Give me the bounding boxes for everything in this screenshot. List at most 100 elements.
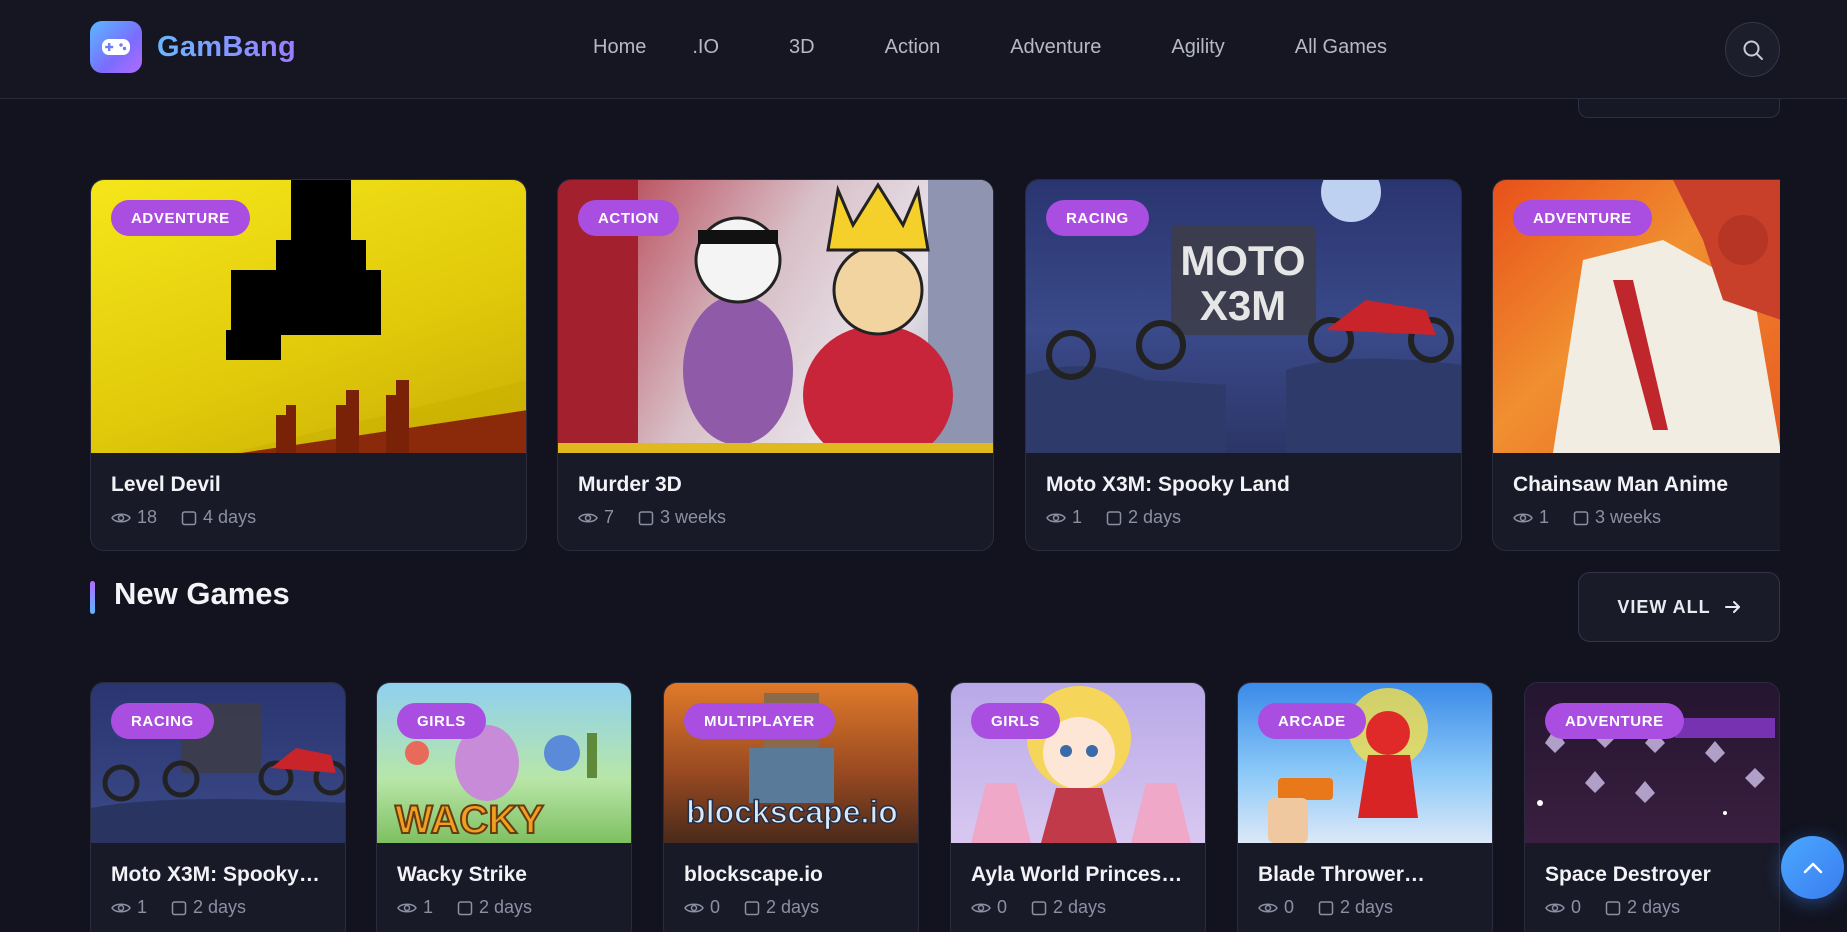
category-badge[interactable]: ADVENTURE — [1545, 703, 1684, 739]
game-card[interactable]: MOTO X3M RACING Moto X3M: Spooky Land 1 … — [1025, 179, 1462, 551]
game-title[interactable]: Moto X3M: Spooky… — [111, 863, 331, 887]
game-meta: 1 2 days — [397, 897, 532, 918]
eye-icon — [971, 903, 991, 912]
eye-icon — [684, 903, 704, 912]
game-card[interactable]: ACTION Murder 3D 7 3 weeks — [557, 179, 994, 551]
category-badge[interactable]: RACING — [111, 703, 214, 739]
view-count: 18 — [137, 507, 158, 527]
logo[interactable]: GamBang — [90, 21, 296, 73]
game-meta: 18 4 days — [111, 507, 256, 528]
date-posted: 2 days — [1053, 897, 1107, 917]
eye-icon — [1545, 903, 1565, 912]
date-posted: 2 days — [1340, 897, 1394, 917]
date-posted: 2 days — [479, 897, 533, 917]
view-count: 1 — [423, 897, 434, 917]
nav-home[interactable]: Home — [593, 36, 646, 59]
game-title[interactable]: Moto X3M: Spooky Land — [1046, 473, 1446, 497]
date-posted: 2 days — [1627, 897, 1681, 917]
calendar-icon — [1318, 900, 1334, 915]
view-all-label: VIEW ALL — [1617, 596, 1711, 617]
calendar-icon — [1031, 900, 1047, 915]
gamepad-icon — [90, 21, 142, 73]
game-card[interactable]: ADVENTURE Level Devil 18 4 days — [90, 179, 527, 551]
search-button[interactable] — [1725, 22, 1780, 77]
nav-action[interactable]: Action — [885, 36, 941, 59]
blockscape-logo-text: blockscape.io — [686, 794, 898, 830]
game-meta: 0 2 days — [684, 897, 819, 918]
calendar-icon — [181, 510, 197, 525]
calendar-icon — [1605, 900, 1621, 915]
game-card[interactable]: ARCADE Blade Thrower… 0 2 days — [1237, 682, 1493, 932]
category-badge[interactable]: ACTION — [578, 200, 680, 236]
game-meta: 1 3 weeks — [1513, 507, 1661, 528]
game-card[interactable]: blockscape.io MULTIPLAYER blockscape.io … — [663, 682, 919, 932]
eye-icon — [1258, 903, 1278, 912]
wacky-logo-text: WACKY — [395, 798, 544, 842]
category-badge[interactable]: ADVENTURE — [1513, 200, 1652, 236]
arrow-right-icon — [1724, 601, 1740, 613]
calendar-icon — [638, 510, 654, 525]
view-count: 0 — [710, 897, 721, 917]
game-card[interactable]: ADVENTURE Space Destroyer 0 2 days — [1524, 682, 1780, 932]
date-posted: 2 days — [1128, 507, 1182, 527]
game-title[interactable]: Chainsaw Man Anime — [1513, 473, 1780, 497]
nav-adventure[interactable]: Adventure — [1010, 36, 1101, 59]
calendar-icon — [744, 900, 760, 915]
site-header: GamBang Home .IO 3D Action Adventure Agi… — [0, 0, 1847, 99]
game-card[interactable]: WACKY GIRLS Wacky Strike 1 2 days — [376, 682, 632, 932]
game-card[interactable]: GIRLS Ayla World Princess… 0 2 days — [950, 682, 1206, 932]
view-count: 1 — [137, 897, 148, 917]
game-card[interactable]: ADVENTURE Chainsaw Man Anime 1 3 weeks — [1492, 179, 1780, 551]
nav-all-games[interactable]: All Games — [1295, 36, 1387, 59]
date-posted: 2 days — [193, 897, 247, 917]
category-badge[interactable]: RACING — [1046, 200, 1149, 236]
nav-3d[interactable]: 3D — [789, 36, 815, 59]
calendar-icon — [1573, 510, 1589, 525]
view-count: 0 — [1284, 897, 1295, 917]
brand-name: GamBang — [157, 30, 297, 63]
date-posted: 3 weeks — [660, 507, 727, 527]
eye-icon — [397, 903, 417, 912]
eye-icon — [111, 903, 131, 912]
calendar-icon — [171, 900, 187, 915]
game-title[interactable]: Wacky Strike — [397, 863, 617, 887]
view-all-button[interactable]: VIEW ALL — [1578, 572, 1780, 642]
game-title[interactable]: Ayla World Princess… — [971, 863, 1191, 887]
calendar-icon — [457, 900, 473, 915]
game-title[interactable]: Blade Thrower… — [1258, 863, 1478, 887]
view-count: 0 — [997, 897, 1008, 917]
game-card[interactable]: RACING Moto X3M: Spooky… 1 2 days — [90, 682, 346, 932]
game-meta: 0 2 days — [971, 897, 1106, 918]
category-badge[interactable]: GIRLS — [397, 703, 486, 739]
game-title[interactable]: Space Destroyer — [1545, 863, 1765, 887]
game-meta: 7 3 weeks — [578, 507, 726, 528]
main-nav: Home .IO 3D Action Adventure Agility All… — [593, 36, 1387, 59]
calendar-icon — [1106, 510, 1122, 525]
game-title[interactable]: Level Devil — [111, 473, 511, 497]
section-title: New Games — [114, 576, 290, 611]
eye-icon — [1046, 513, 1066, 522]
section-accent-bar — [90, 581, 95, 614]
category-badge[interactable]: ARCADE — [1258, 703, 1366, 739]
nav-agility[interactable]: Agility — [1171, 36, 1224, 59]
category-badge[interactable]: ADVENTURE — [111, 200, 250, 236]
date-posted: 2 days — [766, 897, 820, 917]
nav-io[interactable]: .IO — [692, 36, 719, 59]
svg-text:MOTO: MOTO — [1180, 237, 1305, 284]
category-badge[interactable]: MULTIPLAYER — [684, 703, 835, 739]
game-meta: 0 2 days — [1545, 897, 1680, 918]
game-title[interactable]: Murder 3D — [578, 473, 978, 497]
game-title[interactable]: blockscape.io — [684, 863, 904, 887]
date-posted: 3 weeks — [1595, 507, 1662, 527]
chevron-up-icon — [1803, 862, 1822, 873]
eye-icon — [111, 513, 131, 522]
game-meta: 0 2 days — [1258, 897, 1393, 918]
eye-icon — [1513, 513, 1533, 522]
eye-icon — [578, 513, 598, 522]
date-posted: 4 days — [203, 507, 257, 527]
game-meta: 1 2 days — [111, 897, 246, 918]
svg-text:X3M: X3M — [1200, 282, 1286, 329]
view-count: 7 — [604, 507, 615, 527]
scroll-to-top-button[interactable] — [1781, 836, 1844, 899]
category-badge[interactable]: GIRLS — [971, 703, 1060, 739]
